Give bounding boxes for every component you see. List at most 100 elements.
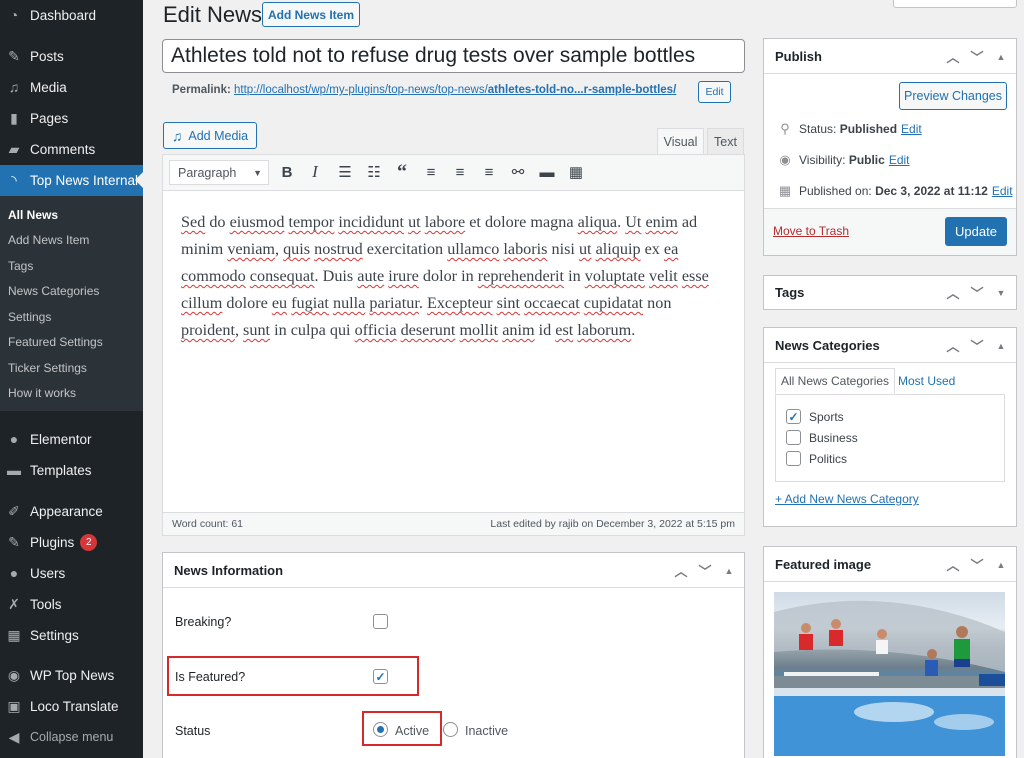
sidebar-item-appearance[interactable]: ✐ Appearance (0, 496, 143, 526)
globe-icon: ◉ (7, 666, 21, 683)
submenu-all-news[interactable]: All News (8, 208, 58, 222)
sports-checkbox[interactable]: ✓ (786, 409, 801, 424)
sidebar-item-wp-top-news[interactable]: ◉ WP Top News (0, 660, 143, 690)
content-word: aute (357, 267, 385, 285)
sidebar-item-media[interactable]: ♫ Media (0, 72, 143, 102)
align-left-icon[interactable]: ≡ (420, 161, 442, 183)
sidebar-item-pages[interactable]: ▮ Pages (0, 103, 143, 133)
submenu-how-it-works[interactable]: How it works (8, 386, 76, 400)
politics-checkbox[interactable] (786, 451, 801, 466)
numbered-list-icon[interactable]: ☷ (363, 161, 385, 183)
read-more-icon[interactable]: ▬ (536, 161, 558, 183)
post-title-input[interactable] (162, 39, 745, 73)
sidebar-item-tools[interactable]: ✗ Tools (0, 589, 143, 619)
content-word: culpa (290, 321, 326, 339)
business-checkbox[interactable] (786, 430, 801, 445)
sidebar-item-dashboard[interactable]: ◔ Dashboard (0, 0, 143, 30)
move-up-icon[interactable]: ︿ (674, 561, 688, 580)
content-word: ut (408, 213, 421, 231)
move-up-icon[interactable]: ︿ (946, 47, 960, 66)
sidebar-item-settings[interactable]: ▦ Settings (0, 620, 143, 650)
category-label: Sports (809, 409, 844, 424)
add-new-category-link[interactable]: + Add New News Category (775, 492, 919, 506)
submenu-news-categories[interactable]: News Categories (8, 284, 99, 298)
edit-status-link[interactable]: Edit (901, 122, 922, 136)
screen-options-button[interactable] (893, 0, 1017, 8)
sidebar-item-posts[interactable]: ✎ Posts (0, 41, 143, 71)
move-up-icon[interactable]: ︿ (946, 283, 960, 302)
add-news-item-button[interactable]: Add News Item (262, 2, 360, 27)
sidebar-item-top-news-internal[interactable]: ◝ Top News Internal (0, 165, 143, 196)
italic-icon[interactable]: I (304, 161, 326, 183)
preview-changes-button[interactable]: Preview Changes (899, 82, 1007, 110)
published-value: Dec 3, 2022 at 11:12 (875, 184, 988, 198)
content-word: ea (663, 240, 679, 258)
move-up-icon[interactable]: ︿ (946, 555, 960, 574)
content-word: nostrud (314, 240, 363, 258)
align-right-icon[interactable]: ≡ (478, 161, 500, 183)
dashboard-icon: ◔ (9, 7, 19, 23)
move-down-icon[interactable]: ﹀ (970, 336, 984, 355)
collapse-menu-button[interactable]: ◀ Collapse menu (0, 722, 143, 752)
move-to-trash-link[interactable]: Move to Trash (773, 224, 849, 238)
move-down-icon[interactable]: ﹀ (698, 561, 712, 580)
move-up-icon[interactable]: ︿ (946, 336, 960, 355)
format-select[interactable]: Paragraph ▼ (169, 160, 269, 185)
bold-icon[interactable]: B (276, 161, 298, 183)
collapse-toggle-icon[interactable]: ▲ (994, 52, 1008, 62)
submenu-featured-settings[interactable]: Featured Settings (8, 335, 103, 349)
edit-visibility-link[interactable]: Edit (889, 153, 910, 167)
align-center-icon[interactable]: ≡ (449, 161, 471, 183)
submenu-tags[interactable]: Tags (8, 259, 33, 273)
status-inactive-radio[interactable] (443, 722, 458, 737)
sidebar-item-elementor[interactable]: ● Elementor (0, 424, 143, 454)
edit-date-link[interactable]: Edit (992, 184, 1013, 198)
media-icon: ♫ (8, 79, 20, 95)
sidebar-item-label: Settings (30, 627, 79, 643)
submenu-settings[interactable]: Settings (8, 310, 51, 324)
category-item-politics[interactable]: Politics (786, 451, 847, 466)
tab-most-used[interactable]: Most Used (893, 368, 960, 394)
move-down-icon[interactable]: ﹀ (970, 555, 984, 574)
breaking-checkbox[interactable] (373, 614, 388, 629)
word-count: Word count: 61 (172, 518, 244, 530)
move-down-icon[interactable]: ﹀ (970, 283, 984, 302)
featured-image-thumbnail[interactable] (774, 592, 1005, 756)
plug-icon: ✎ (8, 533, 20, 550)
category-label: Business (809, 430, 858, 445)
move-down-icon[interactable]: ﹀ (970, 47, 984, 66)
category-item-sports[interactable]: ✓ Sports (786, 409, 844, 424)
permalink-link[interactable]: http://localhost/wp/my-plugins/top-news/… (234, 84, 676, 96)
postbox-title: News Information (174, 562, 284, 578)
permalink-edit-button[interactable]: Edit (698, 81, 731, 103)
sidebar-item-label: Elementor (30, 431, 92, 447)
toolbar-toggle-icon[interactable]: ▦ (565, 161, 587, 183)
tab-all-news-categories[interactable]: All News Categories (775, 368, 896, 394)
postbox-header: News Information ︿ ﹀ ▲ (163, 553, 744, 588)
publish-date-row: ▦ Published on: Dec 3, 2022 at 11:12 Edi… (777, 183, 1013, 199)
sidebar-item-plugins[interactable]: ✎ Plugins 2 (0, 527, 143, 557)
editor-content[interactable]: Sed do eiusmod tempor incididunt ut labo… (181, 209, 731, 344)
sidebar-item-templates[interactable]: ▬ Templates (0, 455, 143, 485)
sidebar-item-loco-translate[interactable]: ▣ Loco Translate (0, 691, 143, 721)
add-media-button[interactable]: ♫ Add Media (163, 122, 257, 149)
content-word: minim (181, 240, 224, 258)
sidebar-item-comments[interactable]: ▰ Comments (0, 134, 143, 164)
update-button[interactable]: Update (945, 217, 1007, 246)
submenu-add-news-item[interactable]: Add News Item (8, 233, 89, 247)
category-item-business[interactable]: Business (786, 430, 858, 445)
content-word: sunt (243, 321, 271, 339)
collapse-toggle-icon[interactable]: ▲ (722, 566, 736, 576)
sidebar-item-users[interactable]: ● Users (0, 558, 143, 588)
tab-visual[interactable]: Visual (657, 128, 704, 154)
collapse-toggle-icon[interactable]: ▲ (994, 341, 1008, 351)
submenu-ticker-settings[interactable]: Ticker Settings (8, 361, 87, 375)
collapse-toggle-icon[interactable]: ▲ (994, 560, 1008, 570)
link-icon[interactable]: ⚯ (507, 161, 529, 183)
bulleted-list-icon[interactable]: ☰ (334, 161, 356, 183)
content-word: esse (681, 267, 709, 285)
expand-toggle-icon[interactable]: ▼ (994, 288, 1008, 298)
content-word: Sed (181, 213, 206, 231)
tab-text[interactable]: Text (707, 128, 744, 154)
blockquote-icon[interactable]: “ (391, 161, 413, 183)
